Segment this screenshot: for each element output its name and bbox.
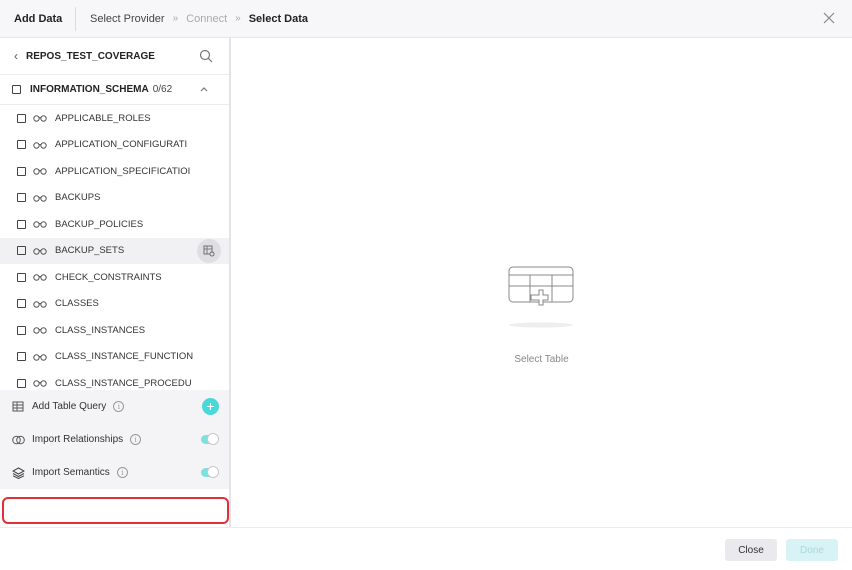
search-icon[interactable]: [199, 49, 213, 63]
table-name: APPLICATION_CONFIGURATI: [55, 139, 188, 151]
table-name: APPLICABLE_ROLES: [55, 112, 151, 124]
table-row[interactable]: BACKUP_POLICIES: [0, 211, 229, 238]
view-glasses-icon: [33, 221, 47, 228]
done-button[interactable]: Done: [786, 539, 838, 561]
table-preview-area: Select Table: [231, 38, 852, 527]
table-name: CLASS_INSTANCES: [55, 324, 146, 336]
table-name: CLASSES: [55, 298, 99, 310]
import-options: Add Table Query i + Import Relationships…: [0, 390, 229, 489]
view-glasses-icon: [33, 168, 47, 175]
dialog-header: Add Data Select Provider » Connect » Sel…: [0, 0, 852, 38]
table-name: BACKUP_SETS: [55, 245, 125, 257]
view-glasses-icon: [33, 115, 47, 122]
import-semantics-label: Import Semantics: [32, 467, 110, 478]
info-icon[interactable]: i: [113, 401, 125, 412]
dialog-footer: Close Done: [0, 527, 852, 570]
import-semantics-toggle[interactable]: [201, 466, 219, 478]
view-glasses-icon: [33, 195, 47, 202]
schema-checkbox[interactable]: [12, 85, 21, 94]
chevron-right-icon: »: [235, 13, 241, 24]
view-glasses-icon: [33, 380, 47, 387]
table-name: BACKUP_POLICIES: [55, 218, 144, 230]
relationships-icon: [12, 435, 25, 444]
table-name: CHECK_CONSTRAINTS: [55, 271, 162, 283]
table-row[interactable]: CLASS_INSTANCES: [0, 317, 229, 344]
table-row[interactable]: CHECK_CONSTRAINTS: [0, 264, 229, 291]
view-glasses-icon: [33, 327, 47, 334]
table-query-icon: [12, 401, 24, 411]
table-name: BACKUPS: [55, 192, 101, 204]
add-table-query-button[interactable]: +: [202, 398, 219, 415]
table-row[interactable]: CLASS_INSTANCE_FUNCTION: [0, 344, 229, 371]
view-glasses-icon: [33, 354, 47, 361]
view-glasses-icon: [33, 142, 47, 149]
table-checkbox[interactable]: [17, 166, 26, 176]
table-name: CLASS_INSTANCE_PROCEDU: [55, 377, 192, 389]
select-table-illustration: [508, 266, 574, 328]
table-list: APPLICABLE_ROLES APPLICATION_CONFIGURATI A…: [0, 105, 229, 421]
table-checkbox[interactable]: [17, 246, 26, 256]
table-name: APPLICATION_SPECIFICATIOI: [55, 165, 191, 177]
preview-table-button[interactable]: [197, 238, 221, 263]
table-checkbox[interactable]: [17, 219, 26, 229]
table-row[interactable]: BACKUPS: [0, 185, 229, 212]
step-select-provider[interactable]: Select Provider: [90, 13, 165, 25]
schema-selected-count: 0/62: [152, 84, 173, 95]
info-icon[interactable]: i: [116, 467, 128, 478]
close-button[interactable]: Close: [725, 539, 777, 561]
chevron-up-icon[interactable]: [199, 85, 209, 93]
semantics-layers-icon: [12, 466, 25, 479]
import-relationships-label: Import Relationships: [32, 434, 124, 445]
chevron-right-icon: »: [172, 13, 179, 24]
import-relationships-row: Import Relationships i: [0, 423, 229, 456]
table-checkbox[interactable]: [17, 272, 26, 282]
table-row[interactable]: APPLICATION_SPECIFICATIOI: [0, 158, 229, 185]
step-select-data[interactable]: Select Data: [249, 13, 308, 25]
step-connect[interactable]: Connect: [186, 13, 227, 25]
database-name: REPOS_TEST_COVERAGE: [26, 50, 155, 62]
import-relationships-toggle[interactable]: [201, 433, 219, 445]
table-checkbox[interactable]: [17, 325, 26, 335]
back-arrow-icon[interactable]: ‹: [14, 49, 18, 63]
table-row[interactable]: APPLICABLE_ROLES: [0, 105, 229, 132]
table-preview-icon: [203, 245, 215, 256]
empty-state-label: Select Table: [514, 354, 569, 365]
import-semantics-row: Import Semantics i: [0, 456, 229, 489]
add-table-query-row[interactable]: Add Table Query i +: [0, 390, 229, 423]
table-checkbox[interactable]: [17, 299, 26, 309]
table-checkbox[interactable]: [17, 378, 26, 388]
schema-name: INFORMATION_SCHEMA: [30, 84, 149, 95]
view-glasses-icon: [33, 274, 47, 281]
close-icon[interactable]: [822, 11, 836, 25]
add-table-query-label: Add Table Query: [32, 401, 107, 412]
info-icon[interactable]: i: [130, 434, 142, 445]
header-divider: [75, 6, 76, 31]
table-row[interactable]: APPLICATION_CONFIGURATI: [0, 132, 229, 159]
table-row[interactable]: CLASSES: [0, 291, 229, 318]
table-checkbox[interactable]: [17, 113, 26, 123]
table-checkbox[interactable]: [17, 352, 26, 362]
database-header: ‹ REPOS_TEST_COVERAGE: [0, 38, 229, 75]
table-row[interactable]: BACKUP_SETS: [0, 237, 229, 264]
dialog-title: Add Data: [14, 12, 63, 25]
schema-row[interactable]: INFORMATION_SCHEMA 0/62: [0, 75, 229, 105]
view-glasses-icon: [33, 248, 47, 255]
view-glasses-icon: [33, 301, 47, 308]
table-name: CLASS_INSTANCE_FUNCTION: [55, 351, 194, 363]
table-checkbox[interactable]: [17, 140, 26, 150]
table-checkbox[interactable]: [17, 193, 26, 203]
